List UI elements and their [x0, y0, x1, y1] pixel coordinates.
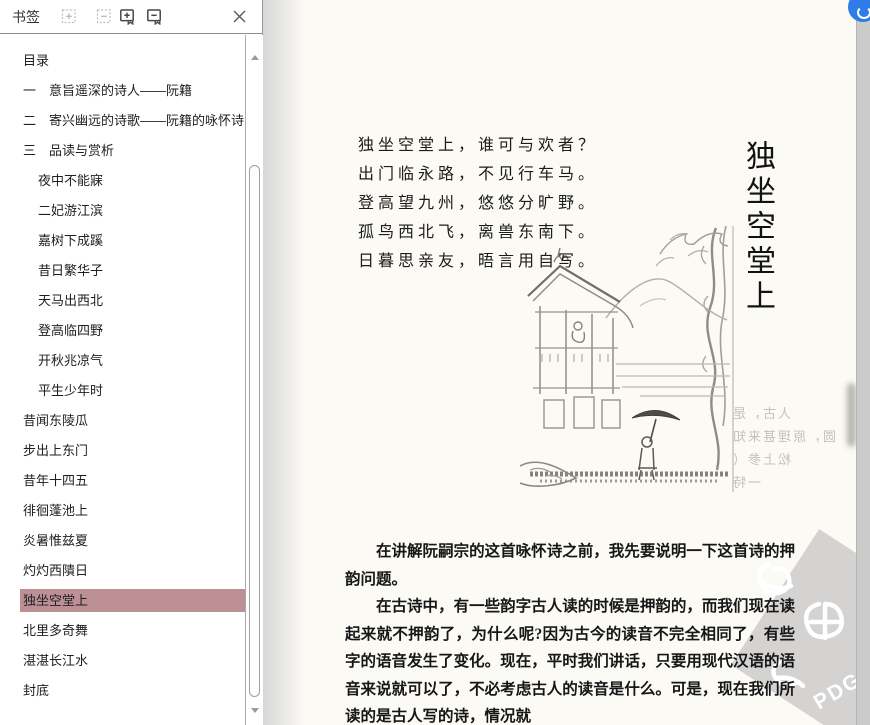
bookmark-item-label: 天马出西北: [38, 293, 104, 308]
bookmark-item-label: 昔日繁华子: [38, 263, 104, 278]
collapse-all-button[interactable]: [96, 8, 112, 24]
bookmark-item-label: 昔年十四五: [23, 473, 89, 488]
add-bookmark-icon: [119, 8, 135, 25]
bookmark-list: 目录一 意旨遥深的诗人——阮籍二 寄兴幽远的诗歌——阮籍的咏怀诗三 品读与赏析夜…: [0, 35, 246, 725]
bookmark-item[interactable]: 湛湛长江水: [0, 646, 246, 676]
bookmark-item[interactable]: 二 寄兴幽远的诗歌——阮籍的咏怀诗: [0, 106, 246, 136]
scroll-down-arrow-icon[interactable]: [251, 708, 259, 713]
bookmark-item[interactable]: 灼灼西隤日: [0, 556, 246, 586]
bookmark-item[interactable]: 二妃游江滨: [0, 196, 246, 226]
paragraph: 在讲解阮嗣宗的这首咏怀诗之前，我先要说明一下这首诗的押韵问题。: [345, 543, 795, 588]
bookmark-item[interactable]: 三 品读与赏析: [0, 136, 246, 166]
bookmark-item-label: 二 寄兴幽远的诗歌——阮籍的咏怀诗: [23, 113, 245, 128]
bookmark-item[interactable]: 一 意旨遥深的诗人——阮籍: [0, 76, 246, 106]
poem-line: 日暮思亲友，晤言用自写。: [358, 253, 599, 270]
expand-all-button[interactable]: [61, 8, 77, 24]
expand-all-icon: [61, 8, 77, 24]
bookmark-item[interactable]: 封底: [0, 676, 246, 706]
close-icon: [232, 9, 248, 24]
bleedthrough-text: 人古，是: [731, 406, 792, 421]
bookmark-item[interactable]: 夜中不能寐: [0, 166, 246, 196]
pdf-reader-window: 书签 目录 一 意旨遥深的诗人——阮籍 二 寄兴幽远的诗歌——阮籍的咏怀诗 三 …: [0, 0, 870, 725]
close-panel-button[interactable]: [232, 8, 248, 24]
bookmark-item[interactable]: 北里多奇舞: [0, 616, 246, 646]
bookmark-item[interactable]: 嘉树下成蹊: [0, 226, 246, 256]
bookmark-item[interactable]: 昔年十四五: [0, 466, 246, 496]
bookmark-item[interactable]: 昔日繁华子: [0, 256, 246, 286]
bookmark-item-label: 独坐空堂上: [23, 593, 89, 608]
panel-scrollbar[interactable]: [245, 35, 263, 725]
bookmark-item[interactable]: 开秋兆凉气: [0, 346, 246, 376]
page-left-shadow: [263, 0, 305, 725]
bookmark-item[interactable]: 平生少年时: [0, 376, 246, 406]
bookmark-item[interactable]: 目录: [0, 46, 246, 76]
scroll-up-arrow-icon[interactable]: [251, 55, 259, 60]
bookmark-item[interactable]: 天马出西北: [0, 286, 246, 316]
poem-line: 登高望九州，悠悠分旷野。: [358, 195, 599, 212]
bookmark-item-label: 北里多奇舞: [23, 623, 89, 638]
bookmark-item-label: 昔闻东陵瓜: [23, 413, 89, 428]
bleedthrough-text: 松上参（: [731, 452, 792, 467]
paragraph: 在古诗中，有一些韵字古人读的时候是押韵的，而我们现在读起来就不押韵了，为什么呢?…: [345, 598, 795, 725]
bookmarks-panel-title: 书签: [12, 9, 40, 25]
bookmark-item[interactable]: 独坐空堂上: [0, 586, 246, 616]
page-edge-smudge: [847, 383, 856, 447]
bookmark-item-label: 平生少年时: [38, 383, 104, 398]
poem: 独坐空堂上，谁可与欢者？ 出门临永路，不见行车马。 登高望九州，悠悠分旷野。 孤鸟西北…: [358, 131, 598, 276]
chapter-vertical-title: 独坐空堂上: [741, 140, 774, 315]
bookmark-item[interactable]: 徘徊蓬池上: [0, 496, 246, 526]
bookmark-item-label: 徘徊蓬池上: [23, 503, 89, 518]
bookmarks-panel: 书签 目录 一 意旨遥深的诗人——阮籍 二 寄兴幽远的诗歌——阮籍的咏怀诗 三 …: [0, 0, 263, 725]
collapse-all-icon: [96, 8, 112, 24]
poem-line: 独坐空堂上，谁可与欢者？: [358, 137, 599, 154]
bookmark-item[interactable]: 登高临四野: [0, 316, 246, 346]
bookmark-item-label: 封底: [23, 683, 50, 698]
bleedthrough-text: 圆，原理甚来知: [731, 429, 837, 444]
bookmark-item-label: 一 意旨遥深的诗人——阮籍: [23, 83, 193, 98]
panel-scrollbar-thumb[interactable]: [249, 165, 260, 697]
delete-bookmark-icon: [146, 8, 162, 25]
bookmark-item[interactable]: 步出上东门: [0, 436, 246, 466]
bookmark-item-label: 目录: [23, 53, 50, 68]
bookmark-item-label: 夜中不能寐: [38, 173, 104, 188]
bookmark-item-label: 登高临四野: [38, 323, 104, 338]
bookmark-item-label: 嘉树下成蹊: [38, 233, 104, 248]
bookmark-item-label: 步出上东门: [23, 443, 89, 458]
document-view: 独坐空堂上，谁可与欢者？ 出门临永路，不见行车马。 登高望九州，悠悠分旷野。 孤鸟西北…: [263, 0, 870, 725]
poem-line: 出门临永路，不见行车马。: [358, 166, 599, 183]
poem-line: 孤鸟西北飞，离兽东南下。: [358, 224, 599, 241]
bookmark-item[interactable]: 炎暑惟兹夏: [0, 526, 246, 556]
add-bookmark-button[interactable]: [119, 8, 135, 25]
bleedthrough-text: 一特: [731, 475, 762, 490]
bookmark-item-label: 开秋兆凉气: [38, 353, 104, 368]
bookmark-item[interactable]: 昔闻东陵瓜: [0, 406, 246, 436]
delete-bookmark-button[interactable]: [146, 8, 162, 25]
bookmark-item-label: 三 品读与赏析: [23, 143, 115, 158]
bookmark-item-label: 炎暑惟兹夏: [23, 533, 89, 548]
bookmark-item-label: 灼灼西隤日: [23, 563, 89, 578]
bleedthrough-text-block: 人古，是圆，原理甚来知 松上参（ 一特: [731, 402, 859, 494]
bookmark-item-label: 二妃游江滨: [38, 203, 104, 218]
document-scrollbar[interactable]: [856, 0, 870, 725]
bookmark-item-label: 湛湛长江水: [23, 653, 89, 668]
body-paragraphs: 在讲解阮嗣宗的这首咏怀诗之前，我先要说明一下这首诗的押韵问题。在古诗中，有一些韵…: [345, 538, 795, 725]
bookmarks-panel-header: 书签: [0, 0, 262, 34]
